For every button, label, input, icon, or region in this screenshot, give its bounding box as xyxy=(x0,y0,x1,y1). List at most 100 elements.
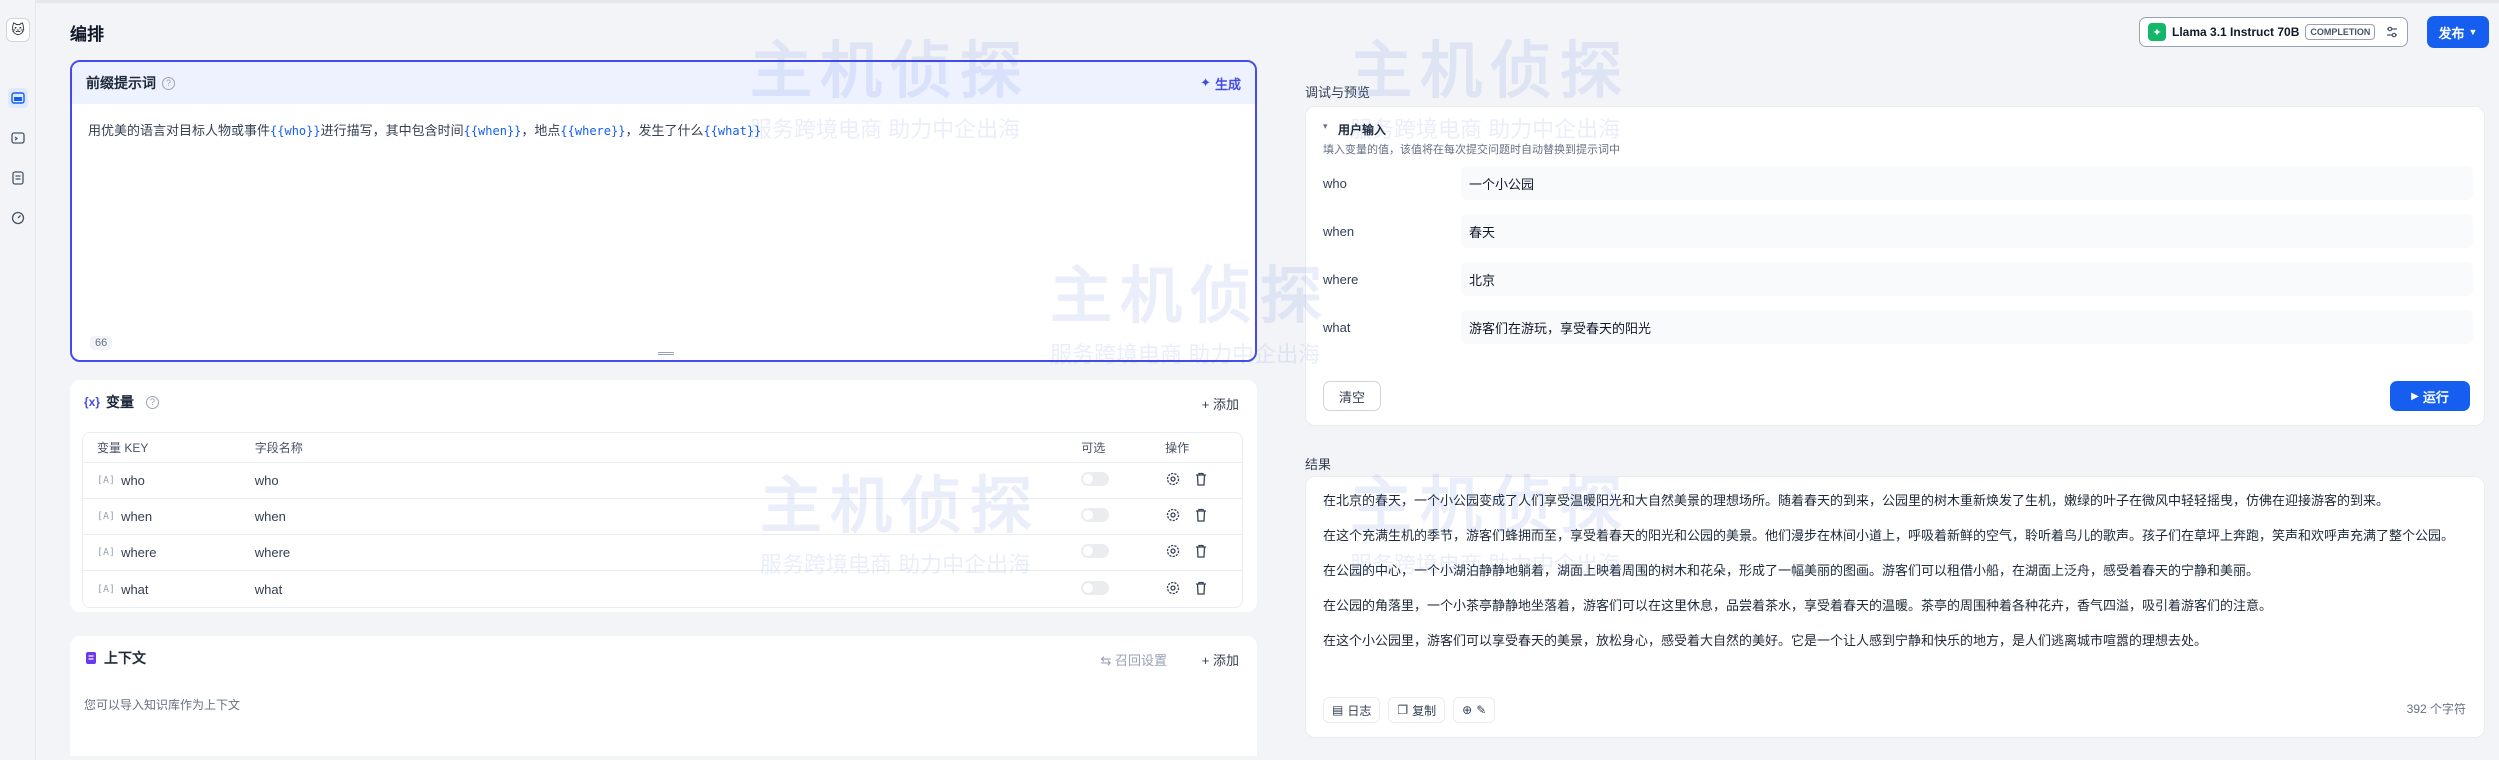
generate-button[interactable]: ✦ 生成 xyxy=(1200,74,1241,93)
user-input-panel: ▾ 用户输入 填入变量的值，该值将在每次提交问题时自动替换到提示词中 who 一… xyxy=(1305,106,2485,426)
key-type-icon: [A] xyxy=(97,511,116,522)
result-toolbar: ▤ 日志 ❐ 复制 ⊕ ✎ xyxy=(1323,697,1496,723)
prompt-text[interactable]: 用优美的语言对目标人物或事件{{who}}进行描写，其中包含时间{{when}}… xyxy=(72,104,1255,158)
annotate-icon[interactable]: ⊕ xyxy=(1462,703,1472,717)
optional-toggle[interactable] xyxy=(1081,544,1110,558)
help-icon[interactable]: ? xyxy=(162,76,175,90)
run-button[interactable]: ▶ 运行 xyxy=(2390,381,2470,411)
retrieval-settings-label: 召回设置 xyxy=(1114,653,1167,668)
plus-icon: + xyxy=(1201,653,1210,668)
column-actions: 操作 xyxy=(1165,441,1190,455)
prompt-variable-where: {{where}} xyxy=(560,124,626,138)
retrieval-settings-button[interactable]: ⇆ 召回设置 xyxy=(1100,650,1167,669)
document-icon: ▤ xyxy=(1332,703,1344,717)
collapse-icon[interactable]: ▾ xyxy=(1323,121,1328,132)
key-type-icon: [A] xyxy=(97,583,116,595)
prompt-editor[interactable]: 前缀提示词 ? ✦ 生成 用优美的语言对目标人物或事件{{who}}进行描写，其… xyxy=(70,60,1257,362)
input-field-row: who 一个小公园 xyxy=(1323,165,2473,201)
sparkle-icon: ✦ xyxy=(1200,75,1211,90)
gear-icon[interactable] xyxy=(1165,580,1181,599)
monitor-nav-icon[interactable] xyxy=(8,208,28,228)
input-field-label: who xyxy=(1323,175,1347,191)
optional-cell xyxy=(1081,544,1165,561)
add-variable-label: 添加 xyxy=(1212,397,1239,412)
plus-icon: + xyxy=(1201,397,1210,412)
publish-button[interactable]: 发布 ▼ xyxy=(2427,16,2489,48)
table-row: [A] who who xyxy=(83,463,1242,499)
resize-handle[interactable] xyxy=(658,352,674,355)
gear-icon[interactable] xyxy=(1165,471,1181,490)
variable-key-cell: [A] when xyxy=(83,509,243,524)
gear-icon[interactable] xyxy=(1165,543,1181,562)
prompt-header: 前缀提示词 ? ✦ 生成 xyxy=(72,62,1255,104)
input-field-label: what xyxy=(1323,319,1351,335)
result-panel: 在北京的春天，一个小公园变成了人们享受温暖阳光和大自然美景的理想场所。随着春天的… xyxy=(1305,476,2485,738)
clear-button[interactable]: 清空 xyxy=(1323,381,1381,411)
add-context-button[interactable]: + 添加 xyxy=(1202,650,1239,669)
input-field-label: where xyxy=(1323,271,1359,287)
prompt-char-count: 66 xyxy=(90,336,113,350)
optional-cell xyxy=(1081,508,1165,525)
trash-icon[interactable] xyxy=(1193,471,1209,490)
log-button[interactable]: ▤ 日志 xyxy=(1323,697,1381,723)
model-selector[interactable]: ✦ Llama 3.1 Instruct 70B COMPLETION xyxy=(2139,17,2408,47)
optional-toggle[interactable] xyxy=(1081,580,1110,595)
context-panel: 上下文 ⇆ 召回设置 + 添加 您可以导入知识库作为上下文 xyxy=(70,636,1257,756)
model-name: Llama 3.1 Instruct 70B xyxy=(2172,25,2300,39)
table-row: [A] where where xyxy=(83,535,1242,571)
optional-toggle[interactable] xyxy=(1081,508,1110,522)
optional-cell xyxy=(1081,580,1165,598)
column-optional: 可选 xyxy=(1081,441,1106,455)
variable-key[interactable]: when xyxy=(121,509,152,524)
app-avatar-icon[interactable]: 🐱 xyxy=(6,18,30,42)
table-header: 变量 KEY 字段名称 可选 操作 xyxy=(83,433,1242,463)
add-context-label: 添加 xyxy=(1212,653,1239,668)
result-text: 在北京的春天，一个小公园变成了人们享受温暖阳光和大自然美景的理想场所。随着春天的… xyxy=(1323,491,2471,666)
variable-key[interactable]: what xyxy=(121,582,148,597)
terminal-nav-icon[interactable] xyxy=(8,128,28,148)
variable-key-cell: [A] what xyxy=(83,582,243,597)
help-icon[interactable]: ? xyxy=(146,395,160,409)
input-field-row: what 游客们在游玩，享受春天的阳光 xyxy=(1323,309,2473,345)
chevron-down-icon: ▼ xyxy=(2468,27,2478,37)
prompt-variable-what: {{what}} xyxy=(703,124,762,138)
prompt-text-segment: ，发生了什么 xyxy=(625,123,704,138)
trash-icon[interactable] xyxy=(1193,507,1209,526)
model-settings-icon[interactable] xyxy=(2385,25,2399,39)
logs-nav-icon[interactable] xyxy=(8,168,28,188)
key-type-icon: [A] xyxy=(97,475,116,486)
variable-name[interactable]: where xyxy=(243,545,1082,560)
left-rail: 🐱 xyxy=(0,0,36,760)
watermark-text: 主机侦探 xyxy=(1350,37,1631,106)
pencil-icon[interactable]: ✎ xyxy=(1476,703,1486,717)
model-provider-icon: ✦ xyxy=(2148,23,2166,41)
user-input-description: 填入变量的值，该值将在每次提交问题时自动替换到提示词中 xyxy=(1323,144,1620,156)
trash-icon[interactable] xyxy=(1193,543,1209,562)
variable-name[interactable]: who xyxy=(243,473,1082,488)
table-row: [A] when when xyxy=(83,499,1242,535)
variable-name[interactable]: what xyxy=(243,582,1082,597)
input-field-value[interactable]: 春天 xyxy=(1461,214,2473,248)
copy-button[interactable]: ❐ 复制 xyxy=(1388,697,1446,723)
column-name: 字段名称 xyxy=(254,441,303,455)
variable-icon: {x} xyxy=(84,395,101,409)
variable-name[interactable]: when xyxy=(243,509,1082,524)
input-field-row: where 北京 xyxy=(1323,261,2473,297)
trash-icon[interactable] xyxy=(1193,580,1209,599)
variable-key[interactable]: who xyxy=(121,473,145,488)
input-field-value[interactable]: 北京 xyxy=(1461,262,2473,296)
prompt-variable-who: {{who}} xyxy=(270,124,321,138)
prompt-text-segment: ，地点 xyxy=(521,123,561,138)
context-description: 您可以导入知识库作为上下文 xyxy=(84,698,241,712)
variable-key[interactable]: where xyxy=(121,545,156,560)
add-variable-button[interactable]: + 添加 xyxy=(1202,394,1239,413)
input-field-value[interactable]: 一个小公园 xyxy=(1461,166,2473,200)
variable-key-cell: [A] who xyxy=(83,473,243,488)
result-paragraph: 在公园的中心，一个小湖泊静静地躺着，湖面上映着周围的树木和花朵，形成了一幅美丽的… xyxy=(1323,563,2260,578)
gear-icon[interactable] xyxy=(1165,507,1181,526)
optional-toggle[interactable] xyxy=(1081,472,1110,486)
user-input-title: 用户输入 xyxy=(1338,123,1387,137)
context-header: 上下文 xyxy=(84,648,146,668)
input-field-value[interactable]: 游客们在游玩，享受春天的阳光 xyxy=(1461,310,2473,344)
orchestrate-nav-icon[interactable] xyxy=(8,88,28,108)
